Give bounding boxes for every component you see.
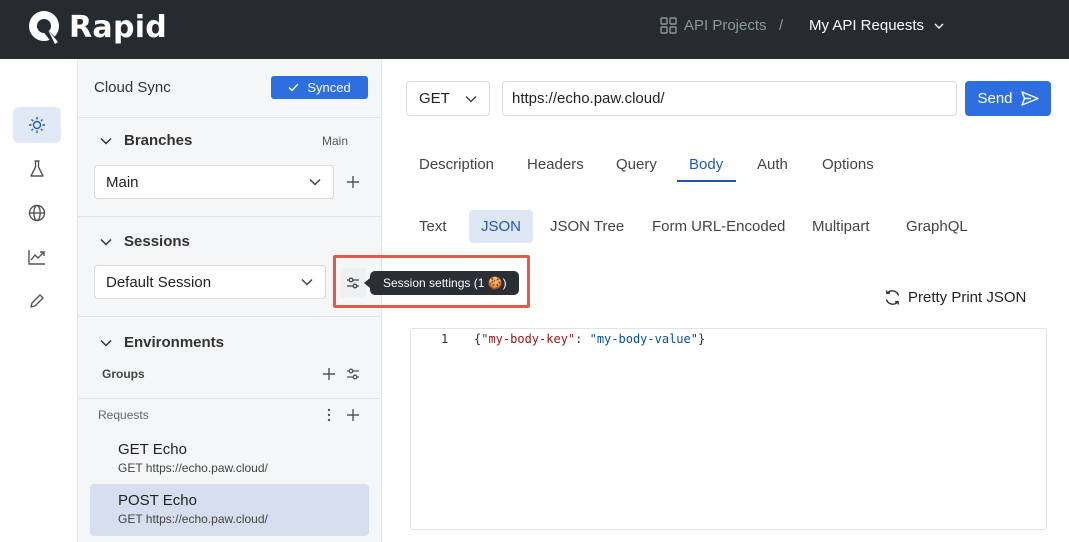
icon-rail [0,59,78,542]
logo-text: Rapid [69,9,168,45]
body-tab-json-tree[interactable]: JSON Tree [550,218,624,235]
chevron-down-icon [100,339,112,347]
chevron-down-icon [309,178,321,186]
tab-description[interactable]: Description [419,156,494,173]
divider [78,398,382,399]
json-key: "my-body-key" [481,332,576,346]
request-editor: GET https://echo.paw.cloud/ Send Descrip… [382,59,1069,542]
more-vertical-icon[interactable] [327,408,331,422]
request-url: GET https://echo.paw.cloud/ [118,512,268,526]
add-group-icon[interactable] [322,367,336,381]
globe-icon [28,204,46,222]
divider [78,117,382,118]
environments-title: Environments [124,334,225,351]
flask-icon [30,160,44,177]
breadcrumb-projects[interactable]: API Projects [660,17,767,34]
groups-label: Groups [102,367,145,381]
breadcrumb-projects-label: API Projects [684,17,767,34]
breadcrumb-current-label: My API Requests [809,17,925,34]
chevron-down-icon [100,238,112,246]
rail-edit-button[interactable] [13,283,61,319]
sidebar-title: Cloud Sync [94,79,171,96]
api-icon [29,117,45,133]
send-icon [1020,91,1039,106]
check-icon [288,83,299,92]
body-tab-text[interactable]: Text [419,218,447,235]
url-value: https://echo.paw.cloud/ [512,90,665,107]
request-item[interactable]: GET Echo GET https://echo.paw.cloud/ [90,433,369,485]
sliders-icon [347,277,359,289]
add-request-icon[interactable] [346,408,360,422]
sessions-title: Sessions [124,233,190,250]
branch-select[interactable]: Main [94,165,334,199]
body-tab-multipart[interactable]: Multipart [812,218,870,235]
method-select[interactable]: GET [406,81,490,116]
session-select-value: Default Session [106,273,212,291]
tab-auth[interactable]: Auth [757,156,788,173]
tab-query[interactable]: Query [616,156,657,173]
chevron-down-icon [465,95,477,103]
rail-analytics-button[interactable] [13,239,61,275]
code-colon: : [575,332,590,346]
method-value: GET [419,90,450,107]
request-item-selected[interactable]: POST Echo GET https://echo.paw.cloud/ [90,484,369,536]
chevron-down-icon [100,137,112,145]
request-url: GET https://echo.paw.cloud/ [118,461,268,475]
logo[interactable]: Rapid [28,9,167,45]
json-editor[interactable]: 1 {"my-body-key": "my-body-value"} [410,328,1047,530]
breadcrumb-separator: / [779,17,784,34]
session-select[interactable]: Default Session [94,265,326,299]
synced-label: Synced [307,80,351,95]
divider [78,216,382,217]
send-label: Send [977,90,1013,107]
top-bar: Rapid API Projects / My API Requests [0,0,1069,59]
request-name: POST Echo [118,492,197,509]
add-branch-icon[interactable] [346,175,360,189]
requests-label: Requests [98,408,149,422]
tab-body[interactable]: Body [689,156,723,173]
refresh-icon [885,290,900,305]
environments-section-toggle[interactable]: Environments [100,334,224,351]
session-settings-button[interactable] [340,268,366,298]
grid-icon [660,17,677,34]
rail-environment-button[interactable] [13,195,61,231]
rail-test-button[interactable] [13,151,61,187]
line-number: 1 [441,332,449,346]
synced-button[interactable]: Synced [271,76,368,99]
sessions-section-toggle[interactable]: Sessions [100,233,190,250]
tab-headers[interactable]: Headers [527,156,584,173]
body-tab-graphql[interactable]: GraphQL [906,218,968,235]
pencil-icon [30,294,44,308]
body-tab-json[interactable]: JSON [469,210,534,243]
chart-icon [28,250,45,265]
json-value: "my-body-value" [589,332,698,346]
pretty-print-label: Pretty Print JSON [908,289,1027,306]
sliders-icon[interactable] [346,367,360,381]
send-button[interactable]: Send [965,81,1051,116]
branches-current: Main [321,134,348,148]
body-tab-form-url-encoded[interactable]: Form URL-Encoded [652,218,785,235]
breadcrumb-current[interactable]: My API Requests [809,17,944,34]
chevron-down-icon [301,278,313,286]
code-line: {"my-body-key": "my-body-value"} [474,332,705,346]
pretty-print-button[interactable]: Pretty Print JSON [884,289,1026,306]
branches-section-toggle[interactable]: Branches [100,132,192,149]
code-brace: } [697,332,706,346]
active-tab-indicator [677,180,736,182]
tab-options[interactable]: Options [822,156,874,173]
branches-title: Branches [124,132,193,149]
branch-select-value: Main [106,173,139,191]
url-input[interactable]: https://echo.paw.cloud/ [502,81,957,116]
rapid-logo-icon [29,11,59,44]
rail-api-button[interactable] [13,107,61,143]
divider [78,316,382,317]
request-name: GET Echo [118,441,187,458]
chevron-down-icon [934,23,944,29]
